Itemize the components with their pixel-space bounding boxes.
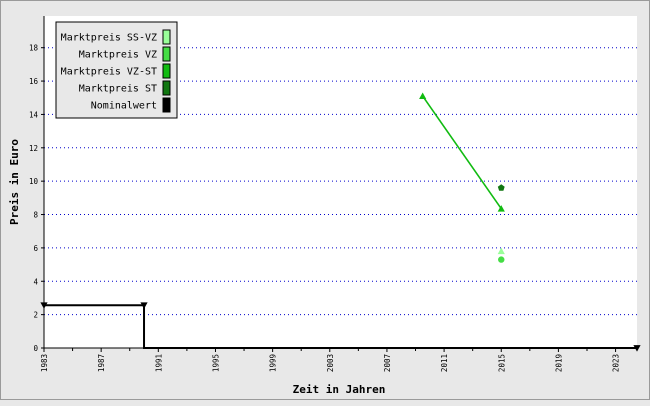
- x-tick-label: 1995: [211, 354, 220, 372]
- legend-label: Nominalwert: [91, 101, 157, 112]
- chart-frame: 0 2 4 6 8 10 12 14 16 18 1983 1987 1991 1995 1999 2003 2…: [0, 0, 650, 400]
- x-tick-label: 2007: [383, 354, 392, 372]
- x-tick-label: 2023: [612, 354, 621, 372]
- legend-swatch: [162, 63, 171, 79]
- x-tick-label: 2011: [440, 354, 449, 372]
- legend-label: Marktpreis VZ: [79, 50, 157, 61]
- legend-swatch: [162, 80, 171, 96]
- legend-label: Marktpreis VZ-ST: [61, 67, 157, 78]
- y-tick-label: 12: [29, 144, 38, 153]
- x-tick-label: 1999: [269, 354, 278, 372]
- y-tick-label: 16: [29, 77, 39, 86]
- x-tick-label: 2015: [497, 354, 506, 372]
- legend-swatch: [162, 97, 171, 113]
- x-axis-label: Zeit in Jahren: [293, 383, 386, 396]
- x-tick-label: 1987: [97, 354, 106, 372]
- legend-label: Marktpreis ST: [79, 84, 157, 95]
- price-chart: 0 2 4 6 8 10 12 14 16 18 1983 1987 1991 1995 1999 2003 2…: [8, 16, 641, 396]
- y-axis-label: Preis in Euro: [8, 139, 21, 225]
- x-tick-label: 1983: [40, 354, 49, 372]
- data-point: [498, 256, 505, 263]
- y-tick-label: 8: [33, 211, 38, 220]
- y-tick-label: 0: [33, 344, 38, 353]
- legend-swatch: [162, 29, 171, 45]
- x-tick-label: 2003: [326, 354, 335, 372]
- legend-label: Marktpreis SS-VZ: [61, 33, 157, 44]
- y-tick-label: 18: [29, 44, 39, 53]
- legend-swatch: [162, 46, 171, 62]
- x-tick-label: 1991: [154, 354, 163, 372]
- x-tick-label: 2019: [554, 354, 563, 372]
- y-tick-label: 4: [33, 277, 38, 286]
- legend: Marktpreis SS-VZ Marktpreis VZ Marktpreis …: [55, 21, 178, 119]
- y-tick-label: 2: [33, 311, 38, 320]
- y-tick-label: 6: [33, 244, 38, 253]
- y-tick-label: 14: [29, 110, 39, 119]
- y-tick-label: 10: [29, 177, 39, 186]
